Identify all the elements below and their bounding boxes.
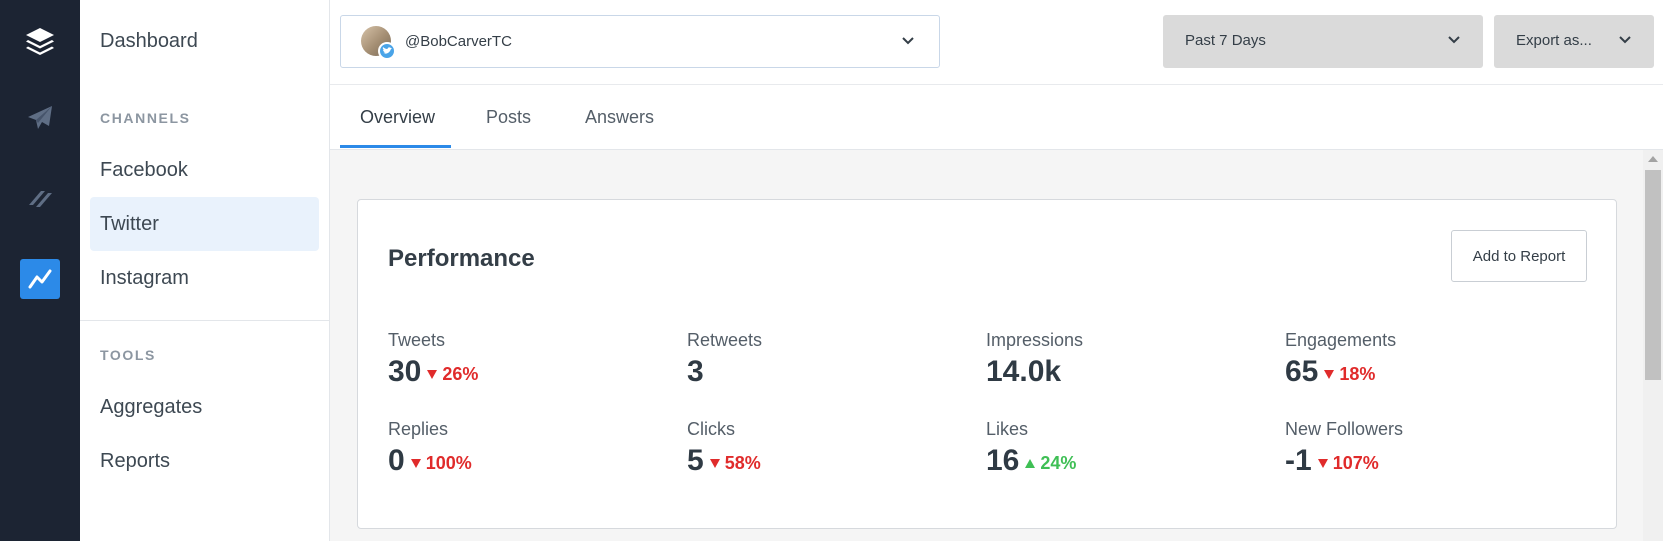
scroll-thumb[interactable] [1645, 170, 1661, 380]
app-rail [0, 0, 80, 541]
sidebar-item-reports[interactable]: Reports [90, 434, 319, 488]
channels-heading: CHANNELS [100, 110, 191, 126]
metric-label: New Followers [1285, 419, 1404, 439]
reply-icon[interactable] [20, 178, 60, 218]
triangle-down-icon [1317, 458, 1328, 468]
profile-selector[interactable]: @BobCarverTC [340, 15, 940, 68]
metric-change: 58% [709, 453, 761, 474]
metric-label: Likes [986, 419, 1029, 439]
add-to-report-button[interactable]: Add to Report [1451, 230, 1587, 282]
tab-answers[interactable]: Answers [585, 107, 654, 128]
triangle-down-icon [709, 458, 720, 468]
metric-label: Tweets [388, 330, 446, 350]
metric-impressions: Impressions 14.0k [986, 330, 1266, 389]
top-bar: @BobCarverTC Past 7 Days Export as... [330, 0, 1663, 85]
metric-change: 18% [1324, 364, 1375, 385]
triangle-down-icon [1324, 369, 1335, 379]
metric-label: Retweets [687, 330, 763, 350]
metric-change: 100% [410, 453, 472, 474]
main-scrollbar[interactable] [1643, 150, 1663, 541]
metric-change: 26% [427, 364, 478, 385]
sidebar-item-twitter[interactable]: Twitter [90, 197, 319, 251]
sidebar-divider [80, 320, 330, 321]
metric-label: Replies [388, 419, 449, 439]
main-content: Performance Add to Report Tweets 30 26% … [330, 150, 1643, 541]
metric-value: 65 [1285, 355, 1319, 388]
metric-label: Engagements [1285, 330, 1397, 350]
active-tab-indicator [340, 145, 451, 148]
tools-heading: TOOLS [100, 347, 156, 363]
metric-retweets: Retweets 3 [687, 330, 967, 389]
sidebar-item-facebook[interactable]: Facebook [90, 143, 319, 197]
scroll-up-arrow-icon[interactable] [1648, 156, 1658, 162]
metric-label: Impressions [986, 330, 1084, 350]
metric-change: 107% [1317, 453, 1379, 474]
metric-engagements: Engagements 65 18% [1285, 330, 1565, 389]
tab-overview[interactable]: Overview [360, 107, 435, 128]
metric-change: 24% [1025, 453, 1076, 474]
metric-label: Clicks [687, 419, 735, 439]
metric-replies: Replies 0 100% [388, 419, 668, 478]
triangle-down-icon [410, 458, 421, 468]
sidebar: Dashboard CHANNELS Facebook Twitter Inst… [80, 0, 330, 541]
sidebar-item-aggregates[interactable]: Aggregates [90, 380, 319, 434]
metric-value: 0 [388, 444, 405, 477]
performance-title: Performance [388, 245, 535, 272]
metric-tweets: Tweets 30 26% [388, 330, 668, 389]
sidebar-item-instagram[interactable]: Instagram [90, 251, 319, 305]
date-range-label: Past 7 Days [1185, 32, 1266, 49]
analytics-line-icon[interactable] [20, 259, 60, 299]
date-range-selector[interactable]: Past 7 Days [1163, 15, 1483, 68]
tab-posts[interactable]: Posts [486, 107, 531, 128]
metric-new-followers: New Followers -1 107% [1285, 419, 1565, 478]
buffer-logo-icon[interactable] [20, 22, 60, 62]
export-selector[interactable]: Export as... [1494, 15, 1654, 68]
performance-card: Performance Add to Report Tweets 30 26% … [357, 199, 1617, 529]
export-label: Export as... [1516, 32, 1592, 49]
chevron-down-icon [1619, 36, 1631, 44]
paper-plane-icon[interactable] [20, 98, 60, 138]
metric-value: 16 [986, 444, 1020, 477]
metric-clicks: Clicks 5 58% [687, 419, 967, 478]
metric-likes: Likes 16 24% [986, 419, 1266, 478]
metric-value: 14.0k [986, 355, 1062, 388]
chevron-down-icon [1448, 36, 1460, 44]
twitter-icon [378, 42, 396, 60]
tab-bar: Overview Posts Answers [330, 85, 1663, 150]
metric-value: -1 [1285, 444, 1312, 477]
sidebar-item-dashboard[interactable]: Dashboard [100, 30, 198, 53]
triangle-down-icon [427, 369, 438, 379]
profile-name: @BobCarverTC [405, 33, 512, 50]
triangle-up-icon [1025, 458, 1036, 468]
chevron-down-icon [902, 37, 914, 45]
metric-value: 3 [687, 355, 704, 388]
metric-value: 30 [388, 355, 422, 388]
metric-value: 5 [687, 444, 704, 477]
